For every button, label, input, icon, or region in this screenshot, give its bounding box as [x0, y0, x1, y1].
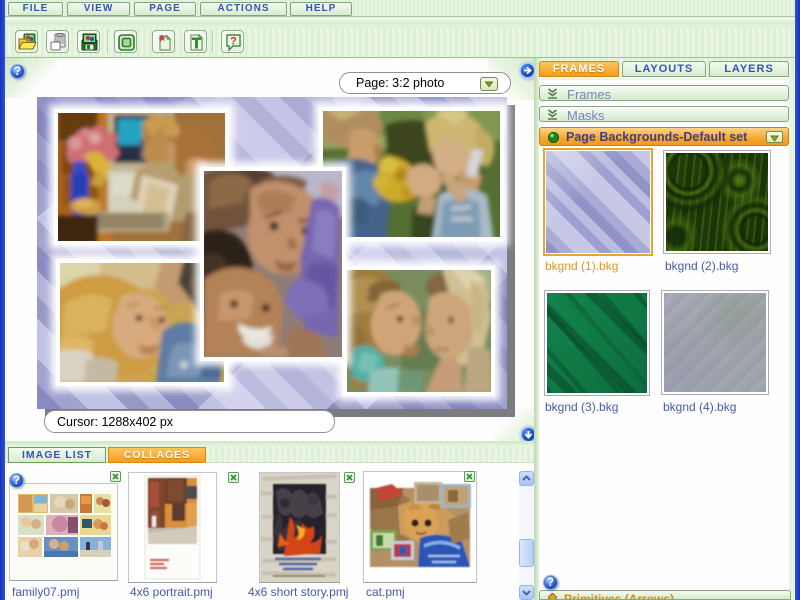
svg-text:?: ?	[230, 36, 237, 48]
